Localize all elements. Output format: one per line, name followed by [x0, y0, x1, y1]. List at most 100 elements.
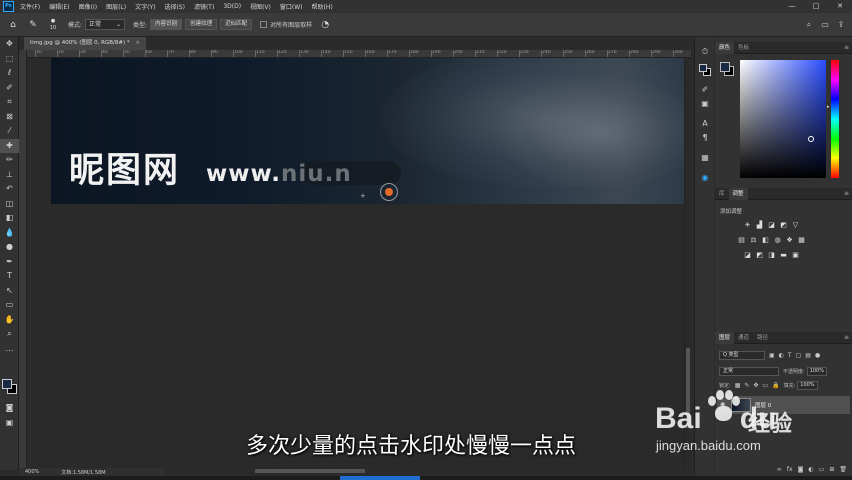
eraser-tool-icon[interactable]: ◫ — [0, 197, 19, 212]
hand-tool-icon[interactable]: ✋ — [0, 313, 19, 328]
maximize-button[interactable]: □ — [804, 0, 828, 13]
frame-tool-icon[interactable]: ⊠ — [0, 110, 19, 125]
photo-filter-icon[interactable]: ◍ — [773, 236, 782, 245]
minimize-button[interactable]: — — [780, 0, 804, 13]
vibrance-icon[interactable]: ▽ — [791, 221, 800, 230]
workspace-icon[interactable]: ▭ — [818, 18, 832, 32]
history-panel-icon[interactable]: ⏱ — [695, 45, 715, 59]
close-button[interactable]: ✕ — [828, 0, 852, 13]
type-tool-icon[interactable]: T — [0, 269, 19, 284]
zoom-tool-icon[interactable]: ⌕ — [0, 327, 19, 342]
new-adjustment-icon[interactable]: ◐ — [808, 466, 813, 473]
document-image[interactable]: 昵图网 www.niu.n + — [51, 58, 684, 204]
menu-file[interactable]: 文件(F) — [20, 2, 40, 11]
menu-view[interactable]: 视图(V) — [250, 2, 271, 11]
layer-style-icon[interactable]: fx — [787, 466, 793, 473]
lock-position-icon[interactable]: ✥ — [753, 382, 758, 389]
color-field-marker[interactable] — [808, 136, 814, 142]
panel-menu-icon[interactable]: ≡ — [844, 44, 849, 51]
horizontal-scrollbar-thumb[interactable] — [255, 469, 365, 473]
panel-menu-icon[interactable]: ≡ — [844, 190, 849, 197]
character-panel-icon[interactable]: A — [695, 117, 715, 131]
canvas-area[interactable]: 昵图网 www.niu.n + — [27, 58, 684, 468]
pressure-size-icon[interactable]: ◔ — [318, 18, 332, 32]
spot-healing-brush-icon[interactable]: ✎ — [26, 18, 40, 32]
channel-mixer-icon[interactable]: ❖ — [785, 236, 794, 245]
delete-layer-icon[interactable]: 🗑 — [839, 466, 847, 473]
marquee-tool-icon[interactable]: ⬚ — [0, 52, 19, 67]
hue-slider[interactable] — [831, 60, 839, 178]
share-icon[interactable]: ⇪ — [834, 18, 848, 32]
new-layer-icon[interactable]: ⊞ — [829, 466, 834, 473]
brushes-panel-icon[interactable]: ▣ — [695, 97, 715, 111]
menu-layer[interactable]: 图层(L) — [106, 2, 126, 11]
filter-adjust-icon[interactable]: ◐ — [779, 352, 784, 359]
eyedropper-tool-icon[interactable]: ⁄ — [0, 124, 19, 139]
selective-color-icon[interactable]: ▣ — [791, 251, 800, 260]
menu-type[interactable]: 文字(Y) — [135, 2, 155, 11]
color-field[interactable] — [740, 60, 826, 178]
search-icon[interactable]: ⌕ — [802, 18, 816, 32]
menu-3d[interactable]: 3D(D) — [223, 3, 241, 10]
exposure-icon[interactable]: ◩ — [779, 221, 788, 230]
brush-tool-icon[interactable]: ✏ — [0, 153, 19, 168]
color-balance-icon[interactable]: ⚖ — [749, 236, 758, 245]
more-tools-icon[interactable]: … — [0, 342, 19, 357]
color-panel-swatches[interactable] — [720, 62, 734, 76]
foreground-background-colors[interactable] — [2, 379, 18, 395]
tab-adjustments[interactable]: 调整 — [728, 187, 748, 200]
close-icon[interactable]: × — [135, 40, 140, 46]
create-texture-button[interactable]: 创建纹理 — [185, 19, 218, 30]
filter-toggle-icon[interactable]: ● — [815, 352, 820, 359]
foreground-color-swatch[interactable] — [2, 379, 12, 389]
fill-input[interactable]: 100% — [797, 381, 818, 390]
menu-edit[interactable]: 编辑(E) — [49, 2, 69, 11]
mode-select[interactable]: 正常 ⌄ — [85, 19, 126, 30]
opacity-input[interactable]: 100% — [806, 367, 827, 376]
move-tool-icon[interactable]: ✥ — [0, 37, 19, 52]
rectangle-tool-icon[interactable]: ▭ — [0, 298, 19, 313]
filter-shape-icon[interactable]: ▢ — [796, 352, 802, 359]
hue-saturation-icon[interactable]: ▤ — [737, 236, 746, 245]
proximity-match-button[interactable]: 近似匹配 — [220, 19, 253, 30]
threshold-icon[interactable]: ◨ — [767, 251, 776, 260]
tab-libraries[interactable]: 库 — [715, 188, 729, 200]
tab-color[interactable]: 颜色 — [715, 41, 735, 54]
color-panel-icon[interactable] — [699, 64, 711, 76]
menu-image[interactable]: 图像(I) — [79, 2, 97, 11]
gradient-tool-icon[interactable]: ◧ — [0, 211, 19, 226]
color-lookup-icon[interactable]: ▦ — [797, 236, 806, 245]
menu-select[interactable]: 选择(S) — [164, 2, 185, 11]
color-fg-swatch[interactable] — [720, 62, 730, 72]
filter-pixel-icon[interactable]: ▣ — [769, 352, 775, 359]
tab-layers[interactable]: 图层 — [715, 331, 735, 344]
filter-type-icon[interactable]: T — [788, 352, 792, 359]
brightness-icon[interactable]: ☀ — [743, 221, 752, 230]
document-tab[interactable]: timg.jpg @ 400% (图层 0, RGB/8#) * × — [24, 37, 146, 50]
lock-artboard-icon[interactable]: ▭ — [762, 382, 768, 389]
blur-tool-icon[interactable]: 💧 — [0, 226, 19, 241]
pen-tool-icon[interactable]: ✒ — [0, 255, 19, 270]
history-brush-tool-icon[interactable]: ↶ — [0, 182, 19, 197]
lock-image-icon[interactable]: ✎ — [744, 382, 749, 389]
menu-window[interactable]: 窗口(W) — [280, 2, 303, 11]
black-white-icon[interactable]: ◧ — [761, 236, 770, 245]
paragraph-panel-icon[interactable]: ¶ — [695, 131, 715, 145]
gradient-map-icon[interactable]: ▬ — [779, 251, 788, 260]
filter-smart-icon[interactable]: ▤ — [805, 352, 811, 359]
path-select-tool-icon[interactable]: ↖ — [0, 284, 19, 299]
curves-icon[interactable]: ◪ — [767, 221, 776, 230]
home-icon[interactable]: ⌂ — [6, 18, 20, 32]
quick-mask-icon[interactable]: ◙ — [0, 401, 19, 416]
new-group-icon[interactable]: ▭ — [819, 466, 825, 473]
quick-select-tool-icon[interactable]: ✐ — [0, 81, 19, 96]
tab-swatches[interactable]: 色板 — [734, 42, 753, 54]
tab-channels[interactable]: 通道 — [734, 332, 753, 344]
lock-transparent-icon[interactable]: ▦ — [735, 382, 741, 389]
dodge-tool-icon[interactable]: ● — [0, 240, 19, 255]
blend-mode-select[interactable]: 正常 — [719, 367, 779, 376]
clone-stamp-tool-icon[interactable]: ⊥ — [0, 168, 19, 183]
layer-filter-select[interactable]: Q 类型 — [719, 351, 765, 360]
glyphs-panel-icon[interactable]: ▦ — [695, 151, 715, 165]
tab-paths[interactable]: 路径 — [753, 332, 772, 344]
